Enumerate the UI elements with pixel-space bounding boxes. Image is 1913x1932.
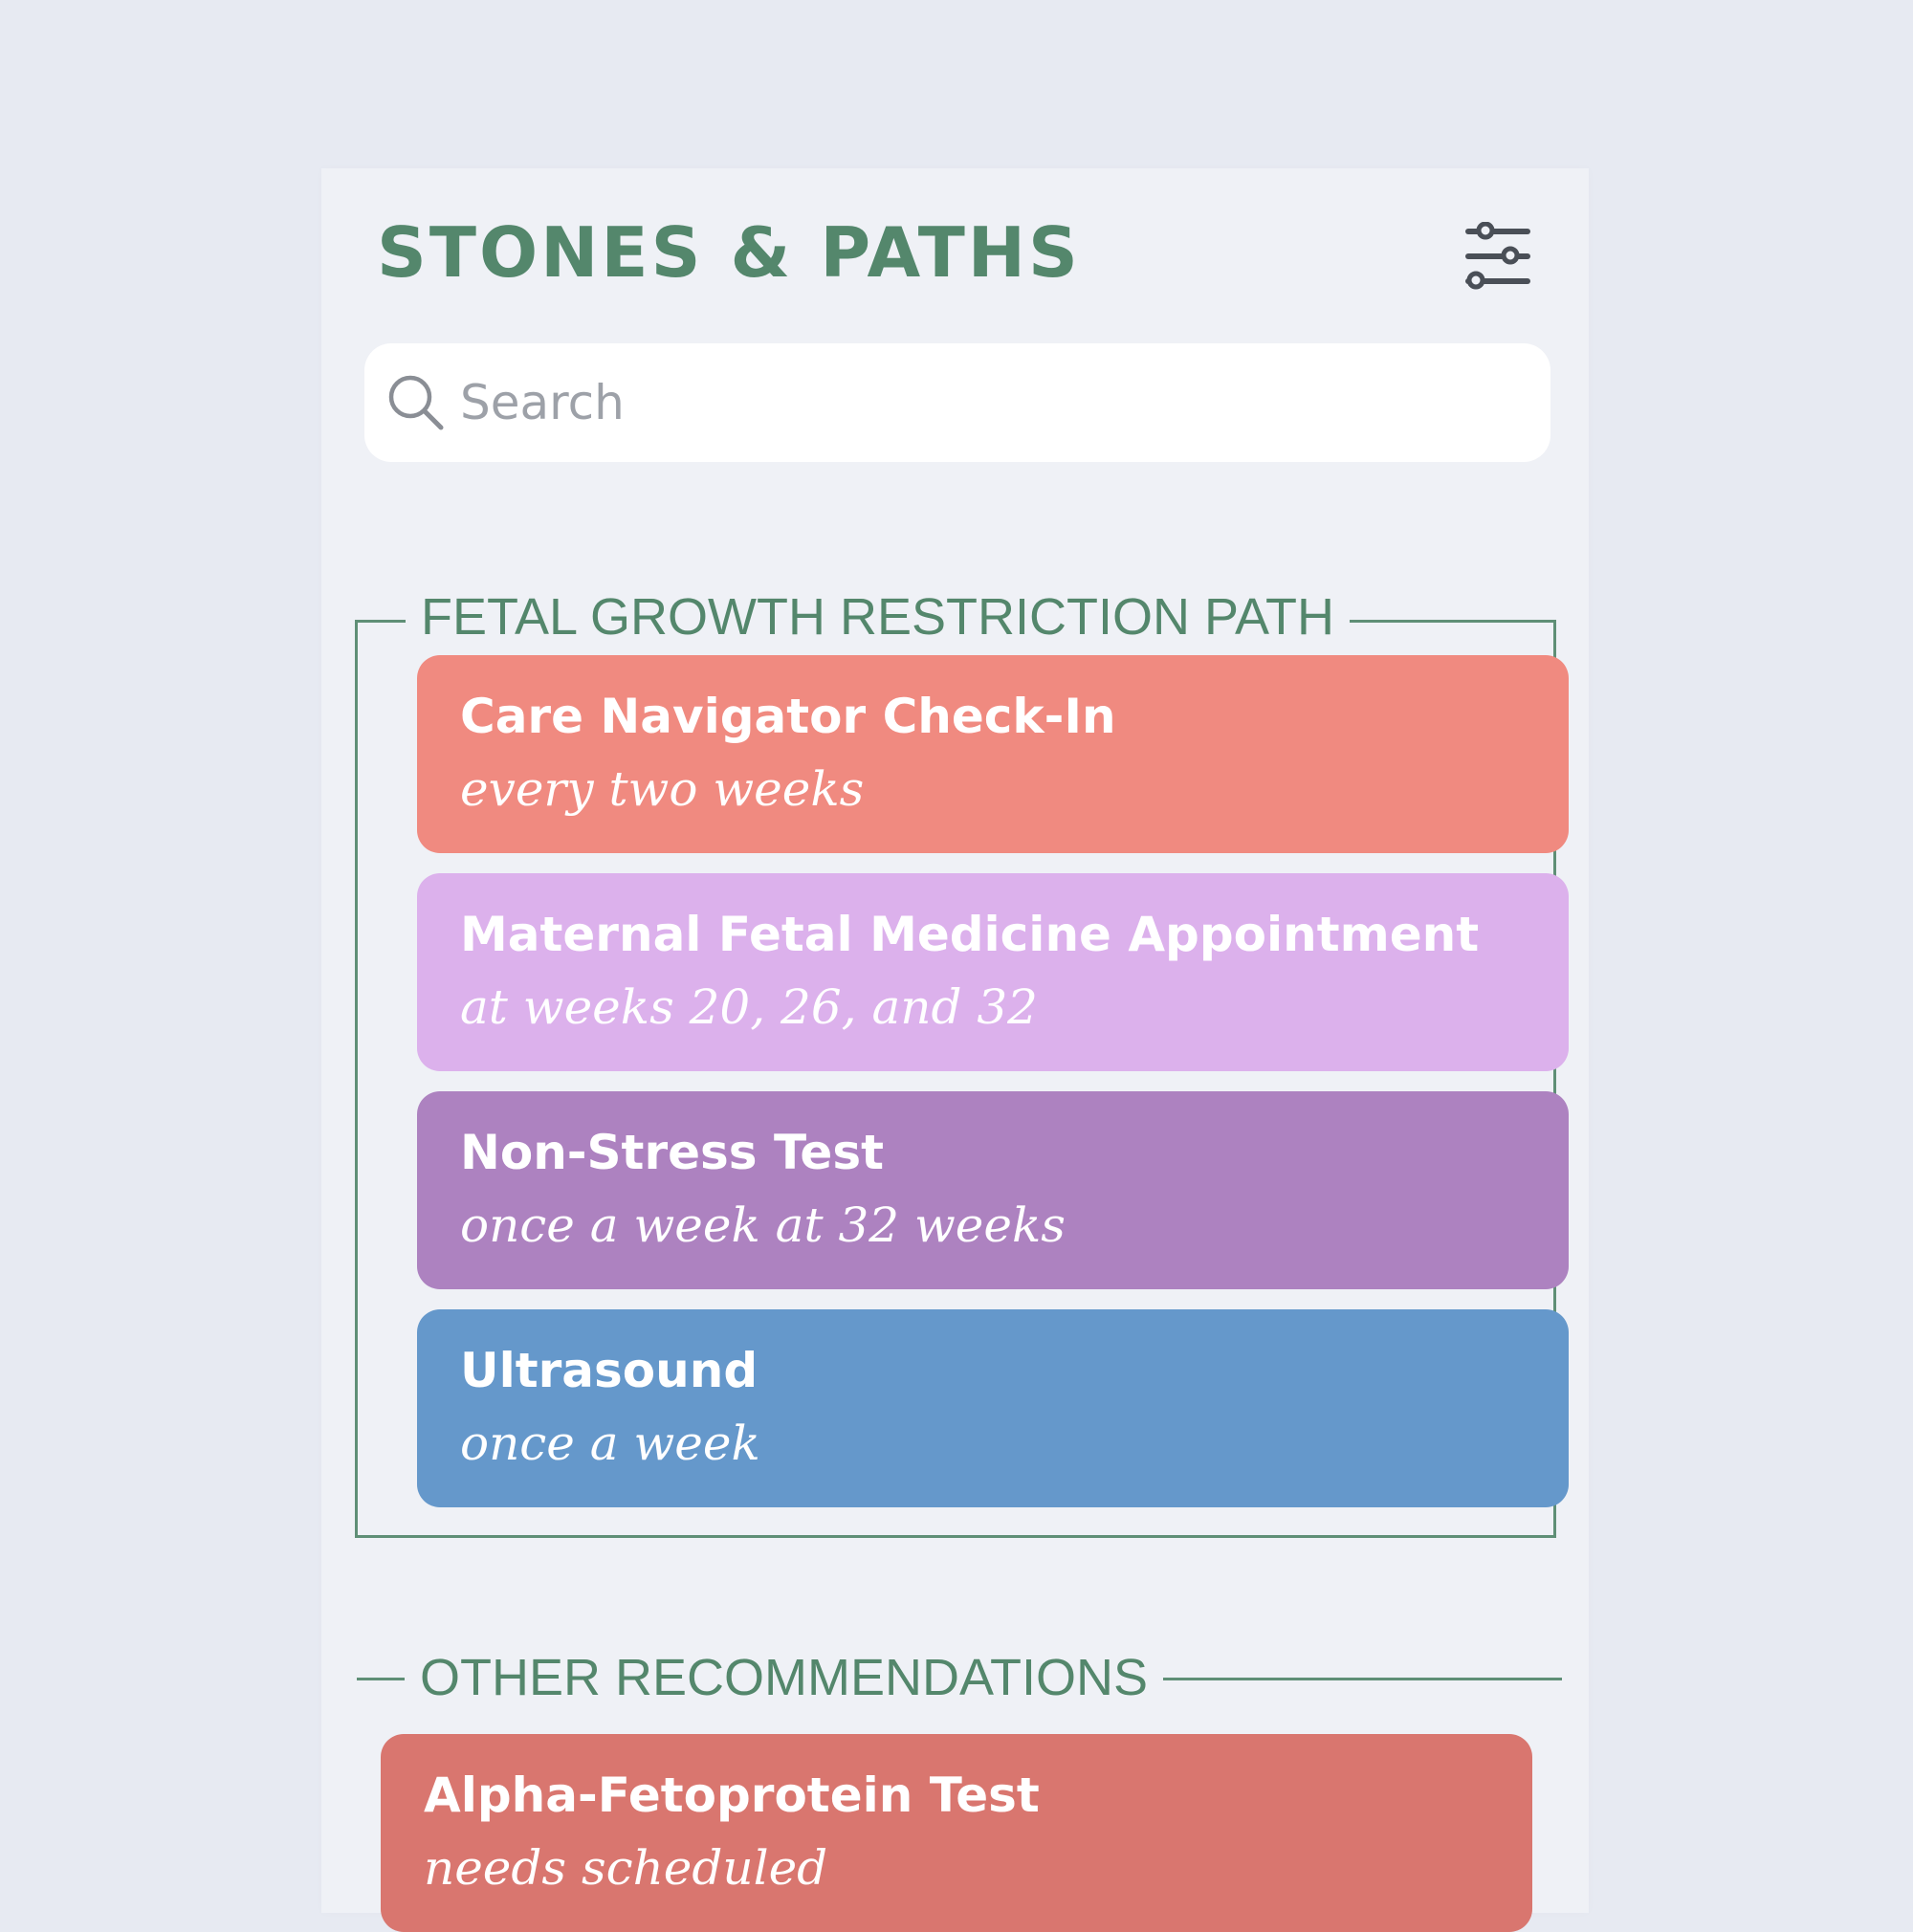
- search-icon: [388, 375, 444, 430]
- search-input[interactable]: [460, 362, 1522, 443]
- other-section-title: OTHER RECOMMENDATIONS: [405, 1652, 1164, 1703]
- path-item-ultrasound[interactable]: Ultrasound once a week: [417, 1309, 1569, 1507]
- other-recommendations-header: OTHER RECOMMENDATIONS: [357, 1649, 1562, 1706]
- path-item-care-navigator[interactable]: Care Navigator Check-In every two weeks: [417, 655, 1569, 853]
- app-title: STONES & PATHS: [377, 212, 1081, 293]
- path-section-title: FETAL GROWTH RESTRICTION PATH: [406, 591, 1350, 643]
- path-item-subtitle: once a week: [460, 1416, 760, 1471]
- app-panel: STONES & PATHS FETAL GROWTH RESTRICTION …: [321, 168, 1589, 1932]
- path-item-title: Maternal Fetal Medicine Appointment: [460, 907, 1480, 962]
- path-item-subtitle: every two weeks: [460, 761, 865, 817]
- search-bar[interactable]: [364, 343, 1550, 462]
- recommendation-item-afp-test[interactable]: Alpha-Fetoprotein Test needs scheduled: [381, 1734, 1532, 1932]
- path-item-title: Care Navigator Check-In: [460, 689, 1116, 744]
- path-item-subtitle: once a week at 32 weeks: [460, 1197, 1066, 1253]
- recommendation-item-subtitle: needs scheduled: [424, 1840, 828, 1896]
- path-item-mfm-appointment[interactable]: Maternal Fetal Medicine Appointment at w…: [417, 873, 1569, 1071]
- path-item-title: Ultrasound: [460, 1343, 759, 1398]
- path-item-title: Non-Stress Test: [460, 1125, 884, 1180]
- path-section: FETAL GROWTH RESTRICTION PATH Care Navig…: [355, 591, 1569, 1538]
- sliders-icon: [1465, 221, 1530, 290]
- path-item-non-stress-test[interactable]: Non-Stress Test once a week at 32 weeks: [417, 1091, 1569, 1289]
- path-item-subtitle: at weeks 20, 26, and 32: [460, 979, 1038, 1035]
- recommendation-item-title: Alpha-Fetoprotein Test: [424, 1767, 1040, 1823]
- filter-button[interactable]: [1462, 221, 1533, 293]
